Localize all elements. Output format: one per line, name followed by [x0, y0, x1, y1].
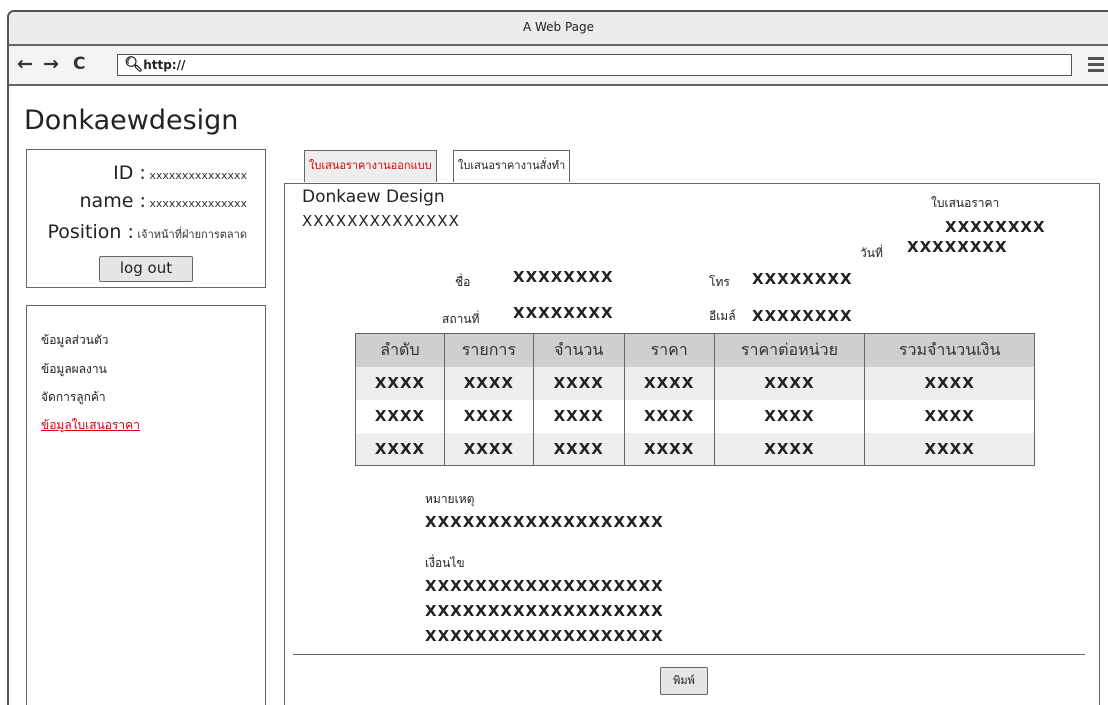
page-content: Donkaewdesign ID : xxxxxxxxxxxxxxx name …	[9, 88, 1108, 705]
user-position-value: เจ้าหน้าที่ฝ่ายการตลาด	[137, 228, 247, 241]
table-cell: XXXX	[624, 399, 715, 433]
window-title: A Web Page	[9, 12, 1108, 46]
table-cell: XXXX	[714, 399, 866, 433]
company-detail: XXXXXXXXXXXXXX	[302, 212, 460, 230]
tab-custom-order-quotation[interactable]: ใบเสนอราคางานสั่งทำ	[453, 150, 571, 182]
table-row: XXXX XXXX XXXX XXXX XXXX XXXX	[355, 399, 1035, 433]
phone-value: XXXXXXXX	[752, 270, 853, 288]
table-cell: XXXX	[714, 432, 866, 466]
condition-line: XXXXXXXXXXXXXXXXXXX	[425, 577, 664, 595]
user-id-row: ID : xxxxxxxxxxxxxxx	[113, 162, 247, 184]
table-cell: XXXX	[355, 366, 445, 400]
column-header-item: รายการ	[444, 333, 534, 367]
condition-line: XXXXXXXXXXXXXXXXXXX	[425, 627, 664, 645]
column-header-no: ลำดับ	[355, 333, 445, 367]
table-header-row: ลำดับ รายการ จำนวน ราคา ราคาต่อหน่วย รวม…	[355, 333, 1035, 367]
table-cell: XXXX	[444, 432, 534, 466]
back-arrow-icon[interactable]: ←	[17, 53, 33, 75]
table-cell: XXXX	[355, 432, 445, 466]
user-name-row: name : xxxxxxxxxxxxxxx	[80, 190, 247, 212]
email-label: อีเมล์	[709, 309, 736, 323]
user-position-label: Position :	[47, 221, 134, 243]
user-id-value: xxxxxxxxxxxxxxx	[149, 169, 247, 182]
user-name-label: name :	[79, 190, 146, 212]
column-header-total: รวมจำนวนเงิน	[864, 333, 1035, 367]
date-value: XXXXXXXX	[907, 238, 1008, 256]
footer-divider	[293, 654, 1085, 655]
column-header-quantity: จำนวน	[533, 333, 625, 367]
table-cell: XXXX	[533, 432, 625, 466]
table-cell: XXXX	[864, 432, 1035, 466]
table-cell: XXXX	[864, 399, 1035, 433]
place-label: สถานที่	[442, 312, 480, 326]
date-label: วันที่	[860, 246, 883, 260]
site-logo-text: Donkaewdesign	[24, 105, 239, 136]
tab-design-quotation[interactable]: ใบเสนอราคางานออกแบบ	[304, 150, 437, 182]
navigation-bar: ← → C 🔍︎ http://	[9, 46, 1108, 86]
reload-icon[interactable]: C	[73, 53, 85, 75]
table-cell: XXXX	[533, 399, 625, 433]
remark-label: หมายเหตุ	[425, 492, 475, 506]
table-cell: XXXX	[444, 399, 534, 433]
search-icon: 🔍︎	[124, 55, 144, 73]
table-cell: XXXX	[714, 366, 866, 400]
table-cell: XXXX	[864, 366, 1035, 400]
condition-label: เงื่อนไข	[425, 556, 465, 570]
customer-name-value: XXXXXXXX	[513, 268, 614, 286]
document-type: ใบเสนอราคา	[931, 196, 1000, 210]
user-id-label: ID :	[113, 162, 146, 184]
print-button[interactable]: พิมพ์	[660, 667, 708, 695]
table-row: XXXX XXXX XXXX XXXX XXXX XXXX	[355, 366, 1035, 400]
table-cell: XXXX	[444, 366, 534, 400]
quotation-document: Donkaew Design XXXXXXXXXXXXXX ใบเสนอราคา…	[284, 183, 1100, 705]
sidebar-item-portfolio[interactable]: ข้อมูลผลงาน	[41, 360, 107, 379]
table-row: XXXX XXXX XXXX XXXX XXXX XXXX	[355, 432, 1035, 466]
sidebar-item-quotations[interactable]: ข้อมูลใบเสนอราคา	[41, 416, 140, 435]
remark-value: XXXXXXXXXXXXXXXXXXX	[425, 513, 664, 531]
forward-arrow-icon[interactable]: →	[43, 53, 59, 75]
table-cell: XXXX	[624, 366, 715, 400]
address-bar[interactable]: 🔍︎ http://	[117, 54, 1072, 76]
sidebar-item-customers[interactable]: จัดการลูกค้า	[41, 388, 106, 407]
company-name: Donkaew Design	[302, 187, 445, 207]
quotation-items-table: ลำดับ รายการ จำนวน ราคา ราคาต่อหน่วย รวม…	[355, 333, 1035, 466]
user-info-panel: ID : xxxxxxxxxxxxxxx name : xxxxxxxxxxxx…	[26, 149, 266, 288]
customer-name-label: ชื่อ	[455, 275, 471, 289]
sidebar-menu: ข้อมูลส่วนตัว ข้อมูลผลงาน จัดการลูกค้า ข…	[26, 305, 266, 705]
table-cell: XXXX	[533, 366, 625, 400]
quotation-number: XXXXXXXX	[945, 218, 1046, 236]
table-cell: XXXX	[355, 399, 445, 433]
user-name-value: xxxxxxxxxxxxxxx	[149, 197, 247, 210]
hamburger-menu-icon[interactable]	[1088, 57, 1104, 75]
email-value: XXXXXXXX	[752, 307, 853, 325]
user-position-row: Position : เจ้าหน้าที่ฝ่ายการตลาด	[47, 221, 247, 243]
condition-line: XXXXXXXXXXXXXXXXXXX	[425, 602, 664, 620]
address-text: http://	[143, 58, 186, 72]
sidebar-item-profile[interactable]: ข้อมูลส่วนตัว	[41, 331, 108, 350]
logout-button[interactable]: log out	[99, 256, 193, 282]
column-header-price: ราคา	[624, 333, 715, 367]
table-cell: XXXX	[624, 432, 715, 466]
place-value: XXXXXXXX	[513, 304, 614, 322]
phone-label: โทร	[709, 275, 730, 289]
browser-window: A Web Page ← → C 🔍︎ http:// Donkaewdesig…	[7, 10, 1108, 705]
column-header-unit-price: ราคาต่อหน่วย	[714, 333, 866, 367]
